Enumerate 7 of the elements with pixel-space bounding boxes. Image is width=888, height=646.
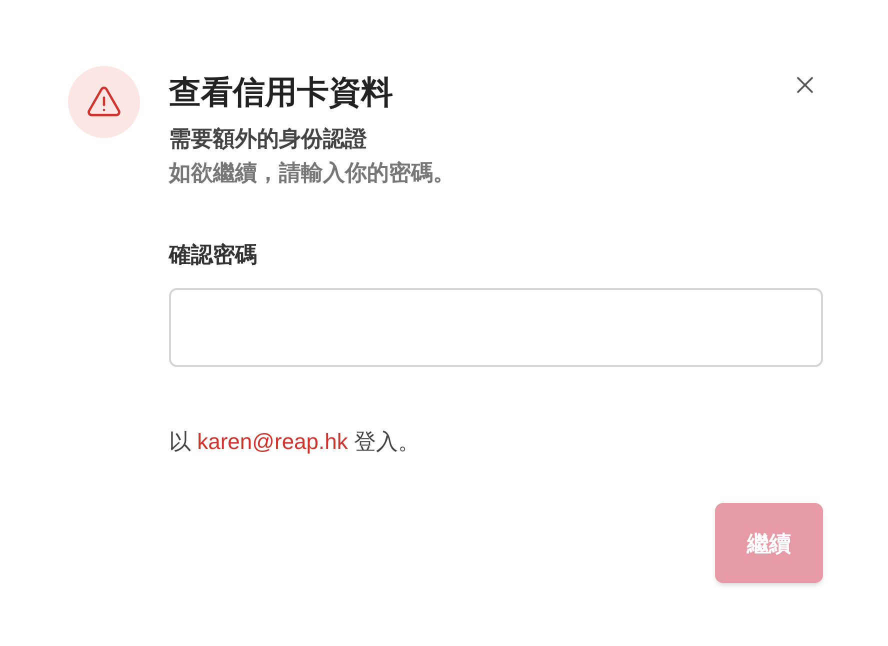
signed-in-text: 以 karen@reap.hk 登入。 — [169, 428, 420, 456]
field-label: 確認密碼 — [169, 241, 258, 269]
dialog-title: 查看信用卡資料 — [169, 73, 393, 112]
dialog-description: 如欲繼續，請輸入你的密碼。 — [169, 159, 456, 187]
dialog-subtitle: 需要額外的身份認證 — [169, 125, 368, 153]
password-field[interactable] — [169, 288, 823, 367]
warning-icon — [86, 86, 122, 118]
